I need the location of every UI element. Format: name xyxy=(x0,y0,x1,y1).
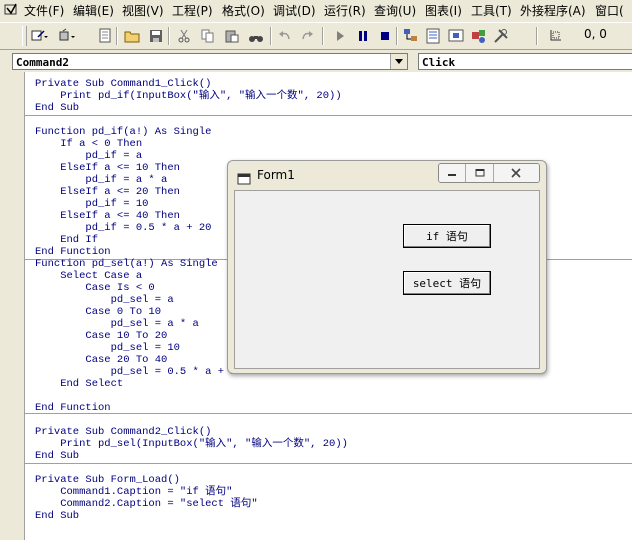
code-line[interactable]: pd_if = a * a xyxy=(35,174,211,186)
command2-button[interactable]: select 语句 xyxy=(403,271,491,295)
code-line[interactable]: pd_sel = 10 xyxy=(35,342,243,354)
menu-debug[interactable]: 调试(D) xyxy=(273,2,316,19)
code-line[interactable]: End Function xyxy=(35,246,211,258)
code-line[interactable]: Private Sub Command2_Click() xyxy=(35,426,348,438)
code-block-command2-click[interactable]: Private Sub Command2_Click() Print pd_se… xyxy=(35,426,348,462)
close-icon[interactable] xyxy=(493,164,539,182)
code-line[interactable]: Case 10 To 20 xyxy=(35,330,243,342)
form-client-area: if 语句 select 语句 xyxy=(234,190,540,369)
code-line[interactable]: ElseIf a <= 40 Then xyxy=(35,210,211,222)
object-browser-icon[interactable] xyxy=(470,27,488,45)
paste-icon[interactable] xyxy=(223,27,241,45)
procedure-dropdown-value: Click xyxy=(422,56,456,69)
code-line[interactable]: Select Case a xyxy=(35,270,243,282)
menu-format[interactable]: 格式(O) xyxy=(222,2,265,19)
menu-edit[interactable]: 编辑(E) xyxy=(73,2,114,19)
object-dropdown-arrow-icon[interactable] xyxy=(390,54,407,69)
redo-icon[interactable] xyxy=(298,27,316,45)
object-dropdown[interactable]: Command2 xyxy=(12,53,408,70)
position-readout: 0, 0 xyxy=(584,27,607,41)
properties-window-icon[interactable] xyxy=(424,27,442,45)
procedure-separator xyxy=(25,413,632,414)
run-start-icon[interactable] xyxy=(331,27,349,45)
code-block-command1-click[interactable]: Private Sub Command1_Click() Print pd_if… xyxy=(35,78,342,114)
find-icon[interactable] xyxy=(247,27,265,45)
code-line[interactable]: pd_sel = a * a xyxy=(35,318,243,330)
code-line[interactable]: pd_sel = 0.5 * a + 20 xyxy=(35,366,243,378)
toolbox-icon[interactable] xyxy=(492,27,510,45)
add-project-icon[interactable] xyxy=(30,27,48,45)
window-controls xyxy=(438,163,540,183)
code-line[interactable]: Case 20 To 40 xyxy=(35,354,243,366)
code-line[interactable]: End Sub xyxy=(35,102,342,114)
procedure-dropdown[interactable]: Click xyxy=(418,53,632,70)
code-line[interactable] xyxy=(35,390,243,402)
editor-margin[interactable] xyxy=(0,72,25,540)
code-line[interactable]: Private Sub Form_Load() xyxy=(35,474,258,486)
code-line[interactable]: End Sub xyxy=(35,450,348,462)
code-block-pd-if[interactable]: Function pd_if(a!) As Single If a < 0 Th… xyxy=(35,126,211,258)
form-title: Form1 xyxy=(257,168,295,182)
standard-toolbar xyxy=(0,22,632,50)
menu-view[interactable]: 视图(V) xyxy=(122,2,164,19)
code-line[interactable]: Case Is < 0 xyxy=(35,282,243,294)
menu-project[interactable]: 工程(P) xyxy=(172,2,213,19)
vb-app-icon[interactable] xyxy=(4,2,18,16)
code-line[interactable]: pd_if = a xyxy=(35,150,211,162)
code-line[interactable]: Print pd_sel(InputBox("输入", "输入一个数", 20)… xyxy=(35,438,348,450)
code-line[interactable]: pd_if = 10 xyxy=(35,198,211,210)
undo-icon[interactable] xyxy=(276,27,294,45)
code-line[interactable]: Command1.Caption = "if 语句" xyxy=(35,486,258,498)
copy-icon[interactable] xyxy=(199,27,217,45)
save-icon[interactable] xyxy=(147,27,165,45)
menu-window[interactable]: 窗口( xyxy=(595,2,624,19)
procedure-separator xyxy=(25,463,632,464)
form-icon xyxy=(237,170,251,189)
menu-editor-icon[interactable] xyxy=(96,27,114,45)
position-icon xyxy=(546,27,564,45)
code-line[interactable]: pd_sel = a xyxy=(35,294,243,306)
code-line[interactable]: Function pd_if(a!) As Single xyxy=(35,126,211,138)
object-dropdown-value: Command2 xyxy=(16,56,69,69)
menu-addins[interactable]: 外接程序(A) xyxy=(520,2,586,19)
procedure-separator xyxy=(25,115,632,116)
code-line[interactable]: Function pd_sel(a!) As Single xyxy=(35,258,243,270)
code-line[interactable]: End Sub xyxy=(35,510,258,522)
code-line[interactable]: Print pd_if(InputBox("输入", "输入一个数", 20)) xyxy=(35,90,341,102)
code-line[interactable]: End Select xyxy=(35,378,243,390)
break-icon[interactable] xyxy=(354,27,372,45)
code-line[interactable]: Private Sub Command1_Click() xyxy=(35,78,342,90)
menu-bar: 文件(F) 编辑(E) 视图(V) 工程(P) 格式(O) 调试(D) 运行(R… xyxy=(0,0,632,20)
add-form-icon[interactable] xyxy=(58,27,76,45)
command1-button[interactable]: if 语句 xyxy=(403,224,491,248)
code-block-pd-sel[interactable]: Function pd_sel(a!) As Single Select Cas… xyxy=(35,258,243,414)
code-line[interactable]: ElseIf a <= 20 Then xyxy=(35,186,211,198)
form-layout-icon[interactable] xyxy=(447,27,465,45)
menu-diagram[interactable]: 图表(I) xyxy=(425,2,462,19)
menu-file[interactable]: 文件(F) xyxy=(24,2,64,19)
menu-query[interactable]: 查询(U) xyxy=(374,2,416,19)
cut-icon[interactable] xyxy=(175,27,193,45)
code-line[interactable]: Command2.Caption = "select 语句" xyxy=(35,498,257,510)
menu-run[interactable]: 运行(R) xyxy=(324,2,366,19)
code-line[interactable]: End If xyxy=(35,234,211,246)
code-block-form-load[interactable]: Private Sub Form_Load() Command1.Caption… xyxy=(35,474,258,522)
code-line[interactable]: pd_if = 0.5 * a + 20 xyxy=(35,222,211,234)
code-line[interactable]: If a < 0 Then xyxy=(35,138,211,150)
maximize-icon[interactable] xyxy=(466,164,494,182)
code-line[interactable]: Case 0 To 10 xyxy=(35,306,243,318)
code-line[interactable]: ElseIf a <= 10 Then xyxy=(35,162,211,174)
open-folder-icon[interactable] xyxy=(123,27,141,45)
menu-tools[interactable]: 工具(T) xyxy=(471,2,512,19)
project-explorer-icon[interactable] xyxy=(402,27,420,45)
minimize-icon[interactable] xyxy=(439,164,467,182)
toolbar-grip[interactable] xyxy=(22,26,27,46)
end-icon[interactable] xyxy=(376,27,394,45)
form1-window[interactable]: Form1 if 语句 select 语句 xyxy=(227,160,547,374)
